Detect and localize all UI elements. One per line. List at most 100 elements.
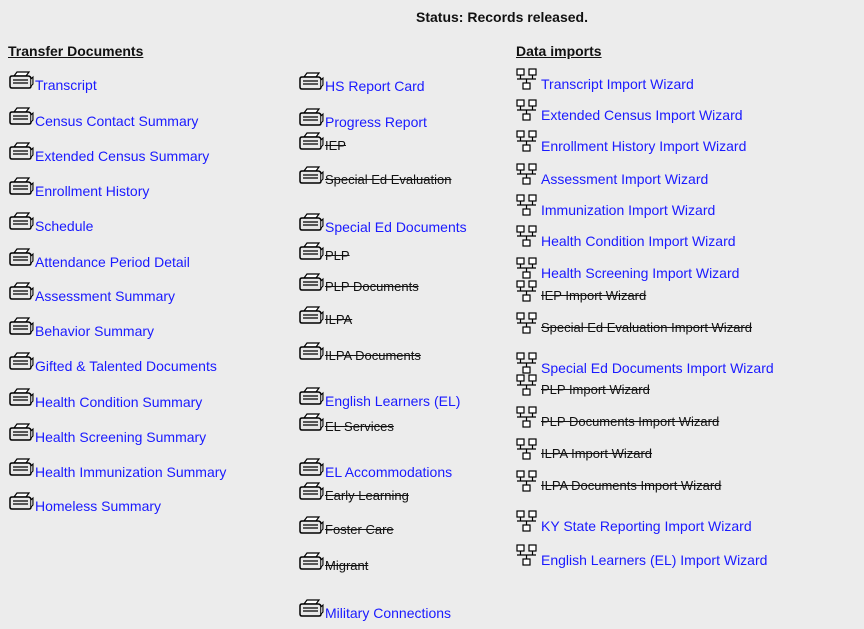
document-item-gifted-and-talented-documents[interactable]: Gifted & Talented Documents	[8, 352, 217, 374]
document-item-schedule[interactable]: Schedule	[8, 212, 93, 234]
item-link[interactable]: Extended Census Summary	[35, 148, 209, 164]
printer-icon	[8, 458, 34, 480]
document-item-foster-care: Foster Care	[298, 516, 394, 538]
printer-icon	[8, 388, 34, 410]
item-link[interactable]: Assessment Import Wizard	[541, 171, 708, 187]
import-item-iep-import-wizard: IEP Import Wizard	[516, 280, 646, 304]
transfer-documents-heading: Transfer Documents	[8, 43, 144, 59]
item-link[interactable]: Special Ed Documents	[325, 219, 467, 235]
document-item-ilpa-documents: ILPA Documents	[298, 342, 421, 364]
item-link[interactable]: Military Connections	[325, 605, 451, 621]
item-link[interactable]: Health Condition Import Wizard	[541, 233, 736, 249]
document-item-attendance-period-detail[interactable]: Attendance Period Detail	[8, 248, 190, 270]
printer-icon	[8, 212, 34, 234]
document-item-behavior-summary[interactable]: Behavior Summary	[8, 317, 154, 339]
item-link[interactable]: Enrollment History	[35, 183, 149, 199]
document-item-enrollment-history[interactable]: Enrollment History	[8, 177, 149, 199]
printer-icon	[8, 317, 34, 339]
network-icon	[516, 352, 538, 376]
item-link[interactable]: Behavior Summary	[35, 323, 154, 339]
document-item-transcript[interactable]: Transcript	[8, 71, 97, 93]
item-link[interactable]: Assessment Summary	[35, 288, 175, 304]
import-item-ky-state-reporting-import-wizard[interactable]: KY State Reporting Import Wizard	[516, 510, 752, 534]
item-link[interactable]: Transcript Import Wizard	[541, 76, 694, 92]
printer-icon	[298, 132, 324, 154]
document-item-migrant: Migrant	[298, 552, 368, 574]
import-item-health-screening-import-wizard[interactable]: Health Screening Import Wizard	[516, 257, 739, 281]
printer-icon	[298, 273, 324, 295]
item-label-disabled: ILPA Import Wizard	[541, 446, 653, 461]
item-link[interactable]: Schedule	[35, 218, 93, 234]
item-link[interactable]: English Learners (EL)	[325, 393, 460, 409]
network-icon	[516, 163, 538, 187]
document-item-progress-report[interactable]: Progress Report	[298, 108, 427, 130]
item-link[interactable]: Gifted & Talented Documents	[35, 358, 217, 374]
item-link[interactable]: English Learners (EL) Import Wizard	[541, 552, 767, 568]
item-label-disabled: Foster Care	[325, 522, 394, 537]
document-item-special-ed-documents[interactable]: Special Ed Documents	[298, 213, 467, 235]
document-item-ilpa: ILPA	[298, 306, 352, 328]
document-item-assessment-summary[interactable]: Assessment Summary	[8, 282, 175, 304]
printer-icon	[298, 482, 324, 504]
network-icon	[516, 544, 538, 568]
item-label-disabled: PLP Documents Import Wizard	[541, 414, 720, 429]
item-link[interactable]: Health Immunization Summary	[35, 464, 226, 480]
network-icon	[516, 438, 538, 462]
import-item-extended-census-import-wizard[interactable]: Extended Census Import Wizard	[516, 99, 743, 123]
item-link[interactable]: KY State Reporting Import Wizard	[541, 518, 752, 534]
item-link[interactable]: Progress Report	[325, 114, 427, 130]
printer-icon	[8, 282, 34, 304]
import-item-special-ed-documents-import-wizard[interactable]: Special Ed Documents Import Wizard	[516, 352, 774, 376]
import-item-immunization-import-wizard[interactable]: Immunization Import Wizard	[516, 194, 715, 218]
document-item-health-immunization-summary[interactable]: Health Immunization Summary	[8, 458, 226, 480]
status-text: Status: Records released.	[416, 9, 588, 25]
printer-icon	[298, 458, 324, 480]
item-label-disabled: Special Ed Evaluation	[325, 172, 452, 187]
network-icon	[516, 225, 538, 249]
item-link[interactable]: Health Screening Import Wizard	[541, 265, 739, 281]
item-link[interactable]: Extended Census Import Wizard	[541, 107, 743, 123]
printer-icon	[8, 107, 34, 129]
document-item-health-screening-summary[interactable]: Health Screening Summary	[8, 423, 206, 445]
import-item-english-learners-el-import-wizard[interactable]: English Learners (EL) Import Wizard	[516, 544, 767, 568]
item-label-disabled: ILPA	[325, 312, 353, 327]
item-label-disabled: PLP Import Wizard	[541, 382, 650, 397]
network-icon	[516, 257, 538, 281]
item-label-disabled: PLP	[325, 248, 350, 263]
item-link[interactable]: Immunization Import Wizard	[541, 202, 715, 218]
import-item-enrollment-history-import-wizard[interactable]: Enrollment History Import Wizard	[516, 130, 746, 154]
document-item-english-learners-el[interactable]: English Learners (EL)	[298, 387, 460, 409]
item-link[interactable]: Attendance Period Detail	[35, 254, 190, 270]
import-item-transcript-import-wizard[interactable]: Transcript Import Wizard	[516, 68, 694, 92]
data-imports-heading: Data imports	[516, 43, 602, 59]
document-item-census-contact-summary[interactable]: Census Contact Summary	[8, 107, 198, 129]
import-item-health-condition-import-wizard[interactable]: Health Condition Import Wizard	[516, 225, 736, 249]
document-item-homeless-summary[interactable]: Homeless Summary	[8, 492, 161, 514]
printer-icon	[8, 142, 34, 164]
network-icon	[516, 68, 538, 92]
printer-icon	[298, 552, 324, 574]
document-item-health-condition-summary[interactable]: Health Condition Summary	[8, 388, 202, 410]
printer-icon	[298, 166, 324, 188]
item-link[interactable]: Homeless Summary	[35, 498, 161, 514]
printer-icon	[298, 242, 324, 264]
document-item-extended-census-summary[interactable]: Extended Census Summary	[8, 142, 209, 164]
printer-icon	[298, 108, 324, 130]
document-item-el-accommodations[interactable]: EL Accommodations	[298, 458, 452, 480]
item-link[interactable]: HS Report Card	[325, 78, 425, 94]
document-item-special-ed-evaluation: Special Ed Evaluation	[298, 166, 451, 188]
item-link[interactable]: EL Accommodations	[325, 464, 452, 480]
item-link[interactable]: Health Condition Summary	[35, 394, 202, 410]
item-link[interactable]: Special Ed Documents Import Wizard	[541, 360, 774, 376]
item-link[interactable]: Transcript	[35, 77, 97, 93]
item-link[interactable]: Health Screening Summary	[35, 429, 206, 445]
document-item-military-connections[interactable]: Military Connections	[298, 599, 451, 621]
document-item-hs-report-card[interactable]: HS Report Card	[298, 72, 425, 94]
item-label-disabled: Early Learning	[325, 488, 409, 503]
item-link[interactable]: Enrollment History Import Wizard	[541, 138, 746, 154]
network-icon	[516, 280, 538, 304]
network-icon	[516, 194, 538, 218]
import-item-assessment-import-wizard[interactable]: Assessment Import Wizard	[516, 163, 708, 187]
network-icon	[516, 312, 538, 336]
item-link[interactable]: Census Contact Summary	[35, 113, 198, 129]
